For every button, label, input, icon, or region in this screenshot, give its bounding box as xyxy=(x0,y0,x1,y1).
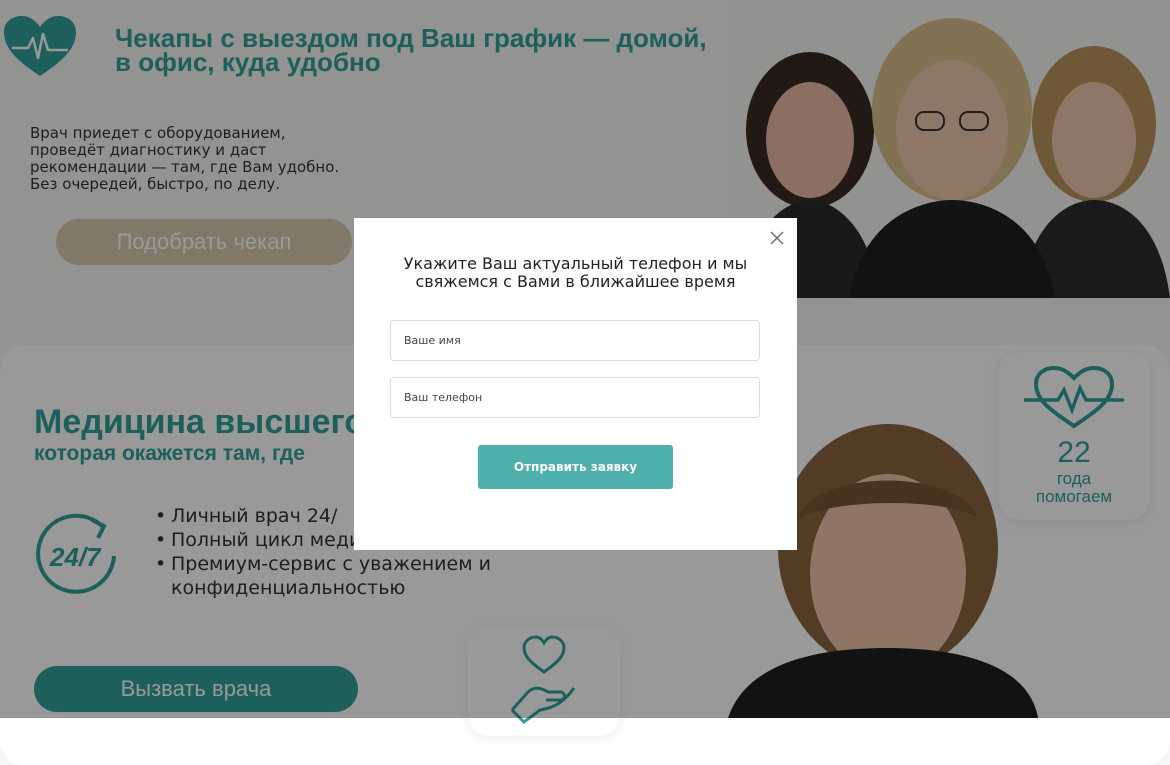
callback-modal: Укажите Ваш актуальный телефон и мы свяж… xyxy=(354,218,797,550)
phone-input[interactable] xyxy=(390,377,760,418)
submit-request-button[interactable]: Отправить заявку xyxy=(478,445,673,489)
name-input[interactable] xyxy=(390,320,760,361)
close-icon[interactable] xyxy=(767,228,787,248)
modal-title: Укажите Ваш актуальный телефон и мы свяж… xyxy=(384,255,767,291)
landing-page: Чекапы с выездом под Ваш график — домой,… xyxy=(0,0,1170,765)
modal-title-line-1: Укажите Ваш актуальный телефон и мы xyxy=(403,254,748,273)
modal-title-line-2: свяжемся с Вами в ближайшее время xyxy=(415,272,736,291)
